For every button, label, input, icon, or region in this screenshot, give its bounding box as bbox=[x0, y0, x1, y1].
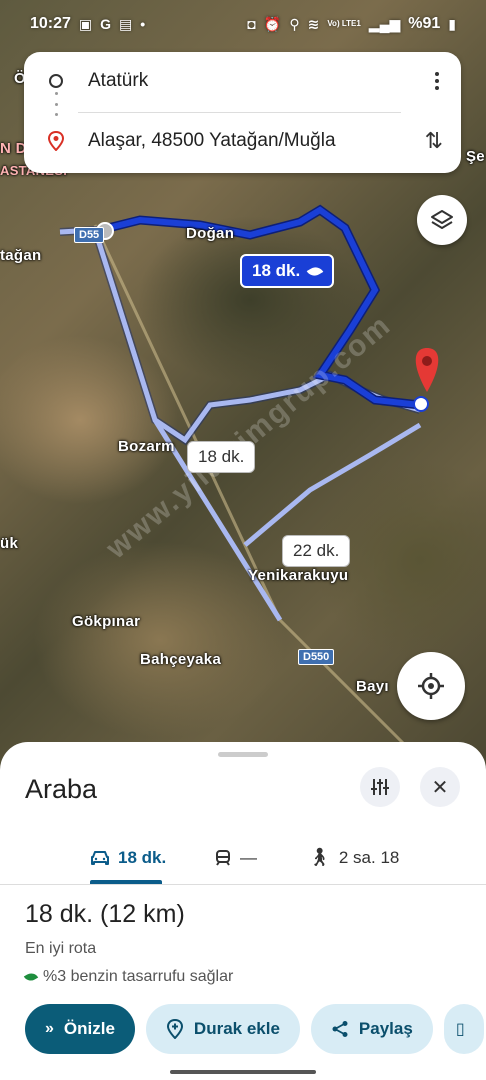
label-yatagan: tağan bbox=[0, 247, 42, 264]
battery-text: %91 bbox=[408, 15, 441, 32]
location-icon: ⚲ bbox=[289, 15, 300, 32]
status-bar: 10:27 ▣ G ▤ • ◘ ⏰ ⚲ ≋ Vo) LTE1 ▂▄▆ %91 ▮ bbox=[0, 0, 486, 48]
active-tab-indicator bbox=[90, 880, 162, 884]
close-button[interactable]: ✕ bbox=[420, 767, 460, 807]
tab-car[interactable]: 18 dk. bbox=[90, 830, 166, 885]
share-button[interactable]: Paylaş bbox=[310, 1004, 433, 1054]
label-gokpinar: Gökpınar bbox=[72, 613, 141, 630]
main-route-time-bubble[interactable]: 18 dk. bbox=[240, 254, 335, 288]
alt-route-2-time-bubble[interactable]: 22 dk. bbox=[282, 535, 351, 567]
status-time: 10:27 bbox=[30, 15, 71, 32]
action-buttons: » Önizle Durak ekle Paylaş ▯ bbox=[25, 1004, 484, 1054]
label-se: Şe bbox=[466, 148, 485, 165]
label-bozarm: Bozarm bbox=[118, 438, 175, 455]
crosshair-icon bbox=[418, 673, 444, 699]
directions-card: Atatürk Alaşar, 48500 Yatağan/Muğla ⇅ bbox=[24, 52, 461, 173]
my-location-button[interactable] bbox=[397, 652, 465, 720]
layers-button[interactable] bbox=[417, 195, 467, 245]
nfc-icon: ◘ bbox=[247, 16, 256, 32]
origin-row[interactable]: Atatürk bbox=[24, 52, 461, 110]
road-sign-d550-top: D55 bbox=[74, 227, 105, 243]
double-chevron-icon: » bbox=[45, 1020, 54, 1037]
wifi-icon: ≋ bbox=[307, 15, 320, 32]
label-uk: ük bbox=[0, 535, 19, 552]
road-sign-d550-bottom: D550 bbox=[298, 649, 335, 665]
label-nd: N D bbox=[0, 140, 27, 157]
gesture-nav-bar[interactable] bbox=[170, 1070, 316, 1074]
car-icon bbox=[91, 850, 109, 865]
save-button-partial[interactable]: ▯ bbox=[443, 1004, 484, 1054]
share-icon bbox=[332, 1021, 348, 1037]
origin-circle-icon bbox=[49, 74, 63, 88]
route-options-button[interactable] bbox=[360, 767, 400, 807]
sheet-title: Araba bbox=[25, 774, 98, 804]
tab-walk-label: 2 sa. 18 bbox=[338, 847, 400, 867]
alarm-icon: ⏰ bbox=[263, 15, 282, 32]
label-bayi: Bayı bbox=[356, 678, 389, 695]
add-stop-icon bbox=[166, 1019, 183, 1039]
directions-sheet: Araba ✕ 18 dk. — 🚶︎ 2 sa. 18 18 dk. (12 … bbox=[0, 742, 486, 1080]
share-label: Paylaş bbox=[358, 1019, 413, 1038]
preview-label: Önizle bbox=[63, 1019, 115, 1038]
walk-icon: 🚶︎ bbox=[308, 847, 331, 867]
destination-pin-small-icon bbox=[48, 131, 64, 151]
swap-icon[interactable]: ⇅ bbox=[425, 128, 443, 154]
fuel-note-text: %3 benzin tasarrufu sağlar bbox=[43, 968, 234, 985]
leaf-icon bbox=[306, 263, 324, 279]
gallery-icon: ▣ bbox=[78, 15, 93, 32]
label-dogan: Doğan bbox=[186, 225, 235, 242]
route-time: 18 dk. (12 km) bbox=[25, 900, 185, 928]
preview-button[interactable]: » Önizle bbox=[25, 1004, 135, 1054]
main-route-time: 18 dk. bbox=[252, 261, 301, 280]
sliders-icon bbox=[371, 779, 389, 795]
google-icon: G bbox=[100, 16, 112, 32]
destination-field[interactable]: Alaşar, 48500 Yatağan/Muğla bbox=[88, 130, 336, 152]
tab-transit-label: — bbox=[240, 847, 257, 867]
destination-row[interactable]: Alaşar, 48500 Yatağan/Muğla bbox=[24, 112, 461, 170]
tab-walk[interactable]: 🚶︎ 2 sa. 18 bbox=[308, 830, 399, 885]
destination-dot bbox=[413, 396, 429, 412]
network-label: Vo) LTE1 bbox=[327, 19, 361, 28]
sheet-drag-handle[interactable] bbox=[218, 752, 268, 757]
label-bahceyaka: Bahçeyaka bbox=[140, 651, 222, 668]
fuel-note: %3 benzin tasarrufu sağlar bbox=[23, 968, 234, 986]
route-description: En iyi rota bbox=[25, 940, 97, 957]
dot-icon: • bbox=[140, 16, 146, 32]
origin-field[interactable]: Atatürk bbox=[88, 70, 148, 92]
signal-icon: ▂▄▆ bbox=[368, 15, 401, 32]
bookmark-icon: ▯ bbox=[455, 1021, 465, 1038]
battery-icon: ▮ bbox=[448, 15, 456, 32]
tab-transit[interactable]: — bbox=[214, 830, 257, 885]
more-options-icon[interactable] bbox=[435, 72, 439, 90]
alt-route-1-time-bubble[interactable]: 18 dk. bbox=[187, 441, 256, 473]
main-route[interactable] bbox=[98, 204, 421, 410]
leaf-icon bbox=[23, 970, 39, 984]
add-stop-button[interactable]: Durak ekle bbox=[145, 1004, 300, 1054]
label-yenikarakuyu: Yenikarakuyu bbox=[248, 567, 349, 584]
add-stop-label: Durak ekle bbox=[193, 1019, 280, 1038]
train-icon bbox=[216, 849, 230, 866]
travel-mode-tabs: 18 dk. — 🚶︎ 2 sa. 18 bbox=[0, 830, 486, 885]
layers-icon bbox=[431, 210, 453, 229]
news-icon: ▤ bbox=[119, 15, 133, 32]
tab-car-label: 18 dk. bbox=[118, 847, 167, 867]
close-icon: ✕ bbox=[431, 776, 449, 799]
destination-pin-icon[interactable] bbox=[415, 348, 439, 392]
